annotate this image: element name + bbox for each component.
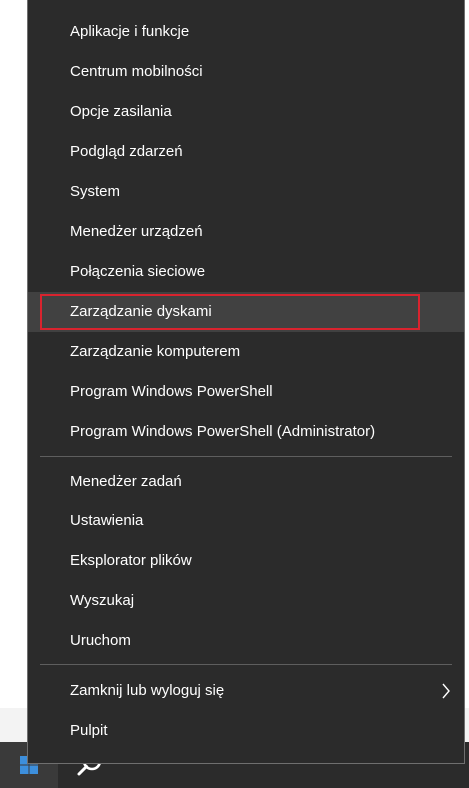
menu-item-shutdown-signout[interactable]: Zamknij lub wyloguj się	[28, 671, 464, 711]
menu-item-event-viewer[interactable]: Podgląd zdarzeń	[28, 132, 464, 172]
menu-separator	[40, 456, 452, 457]
menu-item-mobility-center[interactable]: Centrum mobilności	[28, 52, 464, 92]
menu-item-system[interactable]: System	[28, 172, 464, 212]
menu-item-device-manager[interactable]: Menedżer urządzeń	[28, 212, 464, 252]
menu-item-powershell[interactable]: Program Windows PowerShell	[28, 372, 464, 412]
menu-item-computer-management[interactable]: Zarządzanie komputerem	[28, 332, 464, 372]
menu-item-label: Zamknij lub wyloguj się	[70, 682, 225, 699]
menu-item-file-explorer[interactable]: Eksplorator plików	[28, 541, 464, 581]
menu-item-power-options[interactable]: Opcje zasilania	[28, 92, 464, 132]
menu-item-apps-features[interactable]: Aplikacje i funkcje	[28, 12, 464, 52]
winx-context-menu: Aplikacje i funkcje Centrum mobilności O…	[27, 0, 465, 764]
menu-item-settings[interactable]: Ustawienia	[28, 501, 464, 541]
menu-item-run[interactable]: Uruchom	[28, 621, 464, 661]
menu-item-search[interactable]: Wyszukaj	[28, 581, 464, 621]
menu-item-desktop[interactable]: Pulpit	[28, 711, 464, 751]
menu-item-task-manager[interactable]: Menedżer zadań	[28, 462, 464, 502]
menu-item-powershell-admin[interactable]: Program Windows PowerShell (Administrato…	[28, 412, 464, 452]
menu-item-network-connections[interactable]: Połączenia sieciowe	[28, 252, 464, 292]
menu-item-disk-management[interactable]: Zarządzanie dyskami	[28, 292, 464, 332]
menu-separator	[40, 664, 452, 665]
chevron-right-icon	[442, 683, 450, 699]
